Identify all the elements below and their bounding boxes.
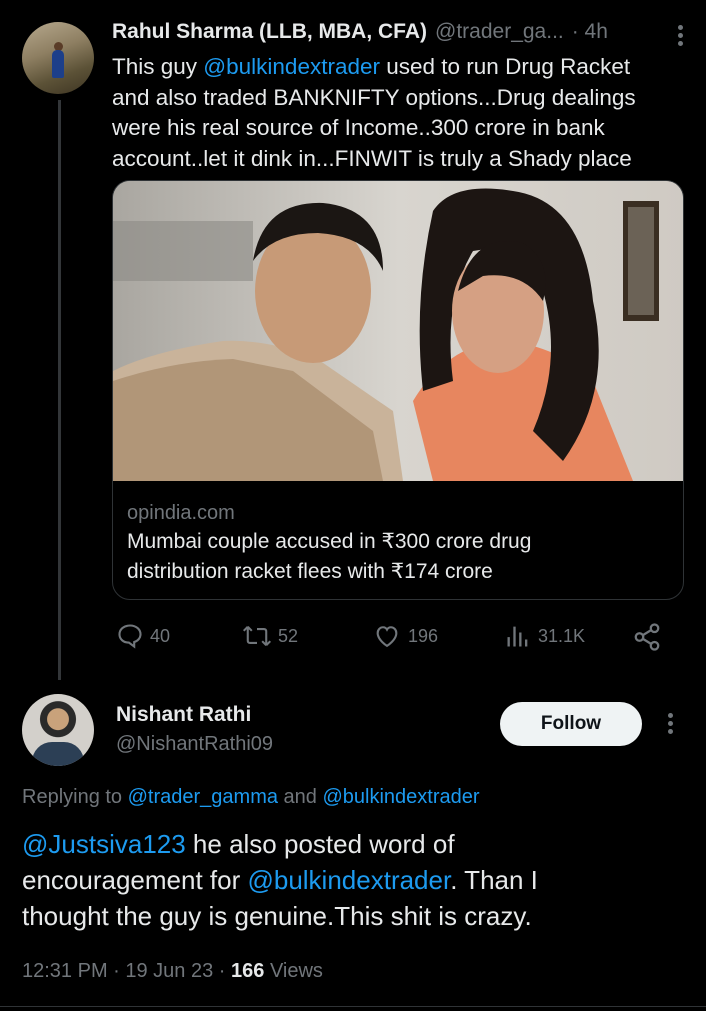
replying-and: and — [278, 786, 323, 808]
author-handle[interactable]: @trader_ga... — [435, 20, 564, 44]
share-button[interactable] — [632, 622, 668, 652]
link-card[interactable]: opindia.com Mumbai couple accused in ₹30… — [112, 180, 684, 600]
reply-text-line: thought the guy is genuine.This shit is … — [22, 901, 532, 931]
timestamp: 12:31 PM · 19 Jun 23 · 166 Views — [22, 960, 323, 983]
divider — [0, 1006, 706, 1007]
reply-header: Nishant Rathi @NishantRathi09 — [116, 700, 273, 758]
share-icon — [634, 623, 660, 651]
reply-text-part: he also posted word of — [185, 829, 455, 859]
tweet-text-line: were his real source of Income..300 cror… — [112, 115, 605, 140]
reply-text-part: . Than I — [450, 865, 538, 895]
card-title-line: Mumbai couple accused in ₹300 crore drug — [127, 530, 532, 553]
views-icon — [507, 626, 528, 647]
mention-link[interactable]: @bulkindextrader — [203, 54, 380, 79]
action-bar: 40 52 196 31.1K — [112, 618, 672, 658]
reply-button[interactable]: 40 — [116, 622, 170, 650]
mention-link[interactable]: @trader_gamma — [128, 786, 278, 808]
author-name[interactable]: Rahul Sharma (LLB, MBA, CFA) — [112, 20, 427, 44]
avatar[interactable] — [22, 694, 94, 766]
like-button[interactable]: 196 — [372, 622, 438, 650]
reply-author-handle[interactable]: @NishantRathi09 — [116, 730, 273, 758]
thread-line — [58, 100, 61, 680]
views-button[interactable]: 31.1K — [504, 622, 585, 650]
mention-link[interactable]: @Justsiva123 — [22, 829, 186, 859]
reply-author-name[interactable]: Nishant Rathi — [116, 700, 273, 730]
card-title: Mumbai couple accused in ₹300 crore drug… — [127, 527, 667, 587]
tweet-text-part: This guy — [112, 54, 204, 79]
tweet-text-line: account..let it dink in...FINWIT is trul… — [112, 145, 632, 171]
avatar-figure-body — [52, 50, 64, 78]
avatar-shirt — [32, 742, 84, 766]
views-label: Views — [264, 960, 323, 982]
card-image[interactable] — [113, 181, 683, 481]
tweet-time[interactable]: · 4h — [572, 20, 608, 44]
card-domain: opindia.com — [127, 502, 235, 524]
reply-text-part: encouragement for — [22, 865, 248, 895]
retweet-count: 52 — [278, 625, 299, 646]
card-meta: opindia.com Mumbai couple accused in ₹30… — [127, 499, 667, 587]
views-count: 166 — [231, 960, 265, 982]
retweet-icon — [242, 626, 272, 646]
card-photo — [113, 181, 683, 481]
like-count: 196 — [408, 625, 439, 646]
mention-link[interactable]: @bulkindextrader — [322, 786, 479, 808]
more-icon[interactable] — [662, 712, 678, 736]
follow-button[interactable]: Follow — [500, 702, 642, 746]
card-title-line: distribution racket flees with ₹174 cror… — [127, 560, 493, 583]
replying-to: Replying to @trader_gamma and @bulkindex… — [22, 786, 480, 809]
reply-text: @Justsiva123 he also posted word of enco… — [22, 826, 692, 934]
tweet-header: Rahul Sharma (LLB, MBA, CFA) @trader_ga.… — [112, 20, 692, 50]
mention-link[interactable]: @bulkindextrader — [247, 865, 450, 895]
retweet-button[interactable]: 52 — [242, 622, 298, 650]
like-icon — [376, 626, 398, 648]
replying-prefix: Replying to — [22, 786, 128, 808]
reply-icon — [118, 624, 142, 649]
tweet-text-part: used to run Drug Racket — [379, 54, 631, 79]
reply-count: 40 — [150, 625, 171, 646]
more-icon[interactable] — [668, 24, 692, 48]
tweet-text-line: and also traded BANKNIFTY options...Drug… — [112, 84, 636, 110]
timestamp-text[interactable]: 12:31 PM · 19 Jun 23 · — [22, 960, 231, 982]
views-count: 31.1K — [538, 625, 586, 646]
tweet-text: This guy @bulkindextrader used to run Dr… — [112, 52, 682, 174]
avatar[interactable] — [22, 22, 94, 94]
